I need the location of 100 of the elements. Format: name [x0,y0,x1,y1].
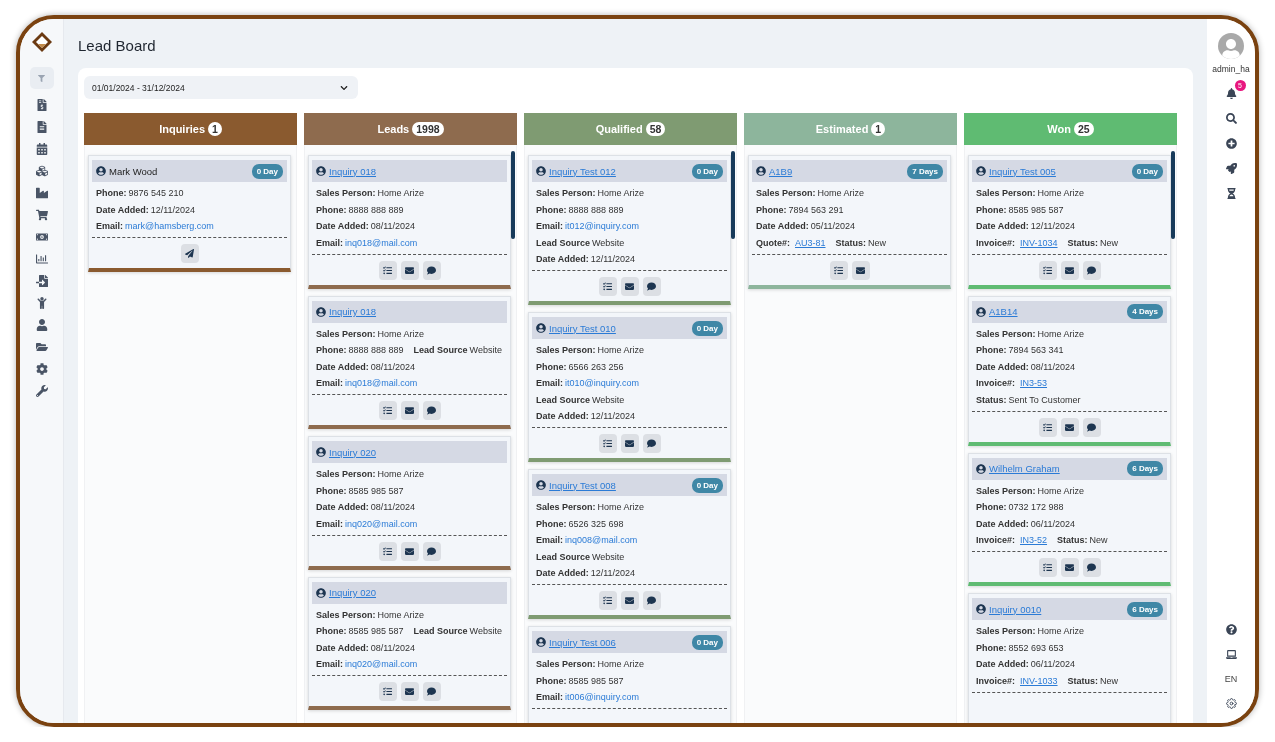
scrollbar-thumb[interactable] [731,151,735,239]
scrollbar-thumb[interactable] [511,151,515,239]
email-button[interactable] [1060,558,1079,577]
lead-name-link[interactable]: A1B14 [989,306,1018,317]
user-icon [536,637,546,647]
checklist-button[interactable] [598,434,617,453]
lead-name-link[interactable]: Wilhelm Graham [989,463,1060,474]
folder-icon[interactable] [35,341,48,353]
comment-button[interactable] [642,434,661,453]
comment-button[interactable] [642,277,661,296]
checklist-button[interactable] [378,682,397,701]
lead-name-link[interactable]: Inquiry Test 005 [989,165,1056,177]
email-button[interactable] [400,260,419,280]
checklist-button[interactable] [598,591,617,610]
user-icon [976,306,986,317]
email-button[interactable] [1060,260,1079,280]
lead-name-link[interactable]: Inquiry Test 010 [549,322,616,334]
send-button[interactable] [180,244,199,263]
checklist-button[interactable] [1038,558,1057,577]
comment-button[interactable] [422,401,441,420]
lead-name-link[interactable]: Inquiry Test 006 [549,636,616,648]
bell-icon[interactable] [1225,88,1237,99]
comment-button[interactable] [422,541,441,561]
date-range-select[interactable]: 01/01/2024 - 31/12/2024 [84,76,358,99]
comment-button[interactable] [422,682,441,701]
lead-name-link[interactable]: Inquiry Test 012 [549,165,616,177]
document-link[interactable]: IN3-53 [1020,378,1048,388]
email-button[interactable] [400,682,419,701]
language-code[interactable]: EN [1224,674,1238,684]
lead-name-link[interactable]: A1B9 [769,165,793,177]
comment-button[interactable] [1082,417,1101,437]
field-label: Sales Person: [976,485,1036,496]
email-button[interactable] [1060,417,1079,437]
email-link[interactable]: it012@inquiry.com [565,221,639,231]
email-button[interactable] [620,434,639,453]
document-link[interactable]: AU3-81 [795,237,826,248]
field-label: Status: [976,394,1007,405]
lead-name-link[interactable]: Inquiry 020 [329,446,376,458]
checklist-button[interactable] [1038,417,1057,437]
document-icon[interactable] [35,121,48,133]
field-value: 8585 985 587 [1008,204,1064,215]
user-icon[interactable] [35,319,48,331]
document-link[interactable]: INV-1033 [1020,675,1058,686]
field-label: Email: [536,221,563,231]
email-link[interactable]: inq018@mail.com [345,237,418,248]
comment-button[interactable] [1082,558,1101,577]
wrench-icon[interactable] [35,385,48,397]
search-icon[interactable] [1225,113,1237,124]
email-link[interactable]: inq020@mail.com [345,518,418,529]
email-link[interactable]: it006@inquiry.com [565,692,639,702]
lead-name-link[interactable]: Inquiry 0010 [989,603,1042,615]
cart-icon[interactable] [35,209,48,221]
email-link[interactable]: inq008@mail.com [565,535,638,545]
invoice-dollar-icon[interactable] [35,99,48,111]
lead-name-link[interactable]: Inquiry 020 [329,587,376,598]
add-icon[interactable] [1225,138,1237,149]
laptop-icon[interactable] [1225,649,1237,660]
checklist-button[interactable] [378,260,397,280]
comment-button[interactable] [422,260,441,280]
help-icon[interactable] [1225,624,1237,635]
email-button[interactable] [620,277,639,296]
checklist-button[interactable] [829,260,848,280]
field-value: Sent To Customer [1008,394,1081,405]
document-link[interactable]: INV-1034 [1020,237,1058,248]
lead-name-link[interactable]: Inquiry 018 [329,165,376,177]
email-button[interactable] [400,541,419,561]
checklist-button[interactable] [1038,260,1057,280]
scrollbar-thumb[interactable] [1171,151,1175,239]
email-link[interactable]: inq018@mail.com [345,378,418,388]
checklist-button[interactable] [378,401,397,420]
settings-icon[interactable] [1225,698,1237,709]
user-icon [976,604,986,614]
factory-icon[interactable] [35,187,48,199]
comment-button[interactable] [1082,260,1101,280]
user-name[interactable]: admin_ha [1212,64,1250,74]
lead-name-link[interactable]: Inquiry Test 008 [549,479,616,491]
email-link[interactable]: it010@inquiry.com [565,378,639,388]
file-import-icon[interactable] [35,275,48,287]
field-value: 8888 888 889 [348,345,404,355]
chart-icon[interactable] [35,253,48,265]
checklist-button[interactable] [378,541,397,561]
lead-name-link[interactable]: Inquiry 018 [329,306,376,317]
person-icon[interactable] [35,297,48,309]
rocket-icon[interactable] [1225,163,1237,174]
checklist-button[interactable] [598,277,617,296]
user-icon [536,323,546,333]
settings-icon[interactable] [35,363,48,375]
comment-button[interactable] [642,591,661,610]
boxes-icon[interactable] [35,165,48,177]
field-label: Lead Source [536,551,591,562]
calendar-icon[interactable] [35,143,48,155]
email-link[interactable]: inq020@mail.com [345,659,418,669]
email-button[interactable] [400,401,419,420]
document-link[interactable]: IN3-52 [1020,535,1048,545]
hourglass-icon[interactable] [1225,188,1237,199]
days-badge: 4 Days [1127,304,1163,319]
email-link[interactable]: mark@hamsberg.com [125,221,214,231]
email-button[interactable] [620,591,639,610]
money-icon[interactable] [35,231,48,243]
email-button[interactable] [851,260,870,280]
